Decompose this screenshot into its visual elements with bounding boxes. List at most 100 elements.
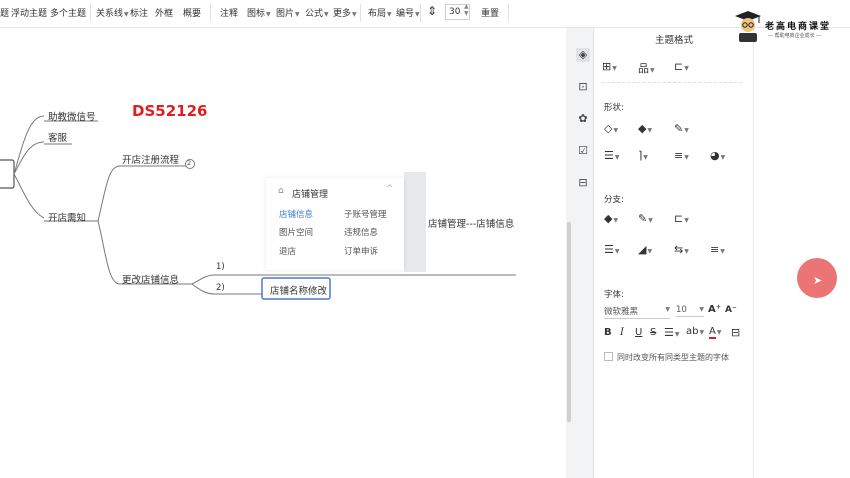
node-breadcrumb[interactable]: 店铺管理---店铺信息 (428, 216, 514, 230)
formula-label: 公式 (305, 9, 324, 19)
highlight-icon: ab (686, 326, 699, 337)
toolbar-divider (90, 4, 91, 22)
toolbar-boundary-button[interactable]: 外框 (155, 6, 173, 19)
node-change-info[interactable]: 更改店铺信息 (122, 272, 179, 286)
tree-icon: 品 (638, 62, 649, 75)
watermark-text: DS52126 (132, 102, 208, 120)
branch-weight-button[interactable]: ☰▼ (604, 243, 620, 256)
fill-bucket-icon: ◆ (638, 122, 647, 135)
corner-button[interactable]: ⌉▼ (638, 149, 648, 162)
toolbar-relation-button[interactable]: 关系线▼ (96, 6, 129, 19)
line-style-button[interactable]: ≡▼ (674, 149, 689, 162)
line-spacing-icon: ⇕ (427, 4, 438, 18)
fill-color-button[interactable]: ◆▼ (638, 122, 652, 135)
stepper-arrows-icon[interactable]: ▲ ▼ (464, 3, 469, 17)
branch-label: 分支: (604, 195, 624, 205)
toolbar-multi-topic-button[interactable]: 多个主题 (50, 6, 86, 19)
bold-icon[interactable]: B (604, 327, 612, 338)
font-size-value: 10 (676, 305, 687, 315)
italic-icon[interactable]: I (620, 327, 624, 338)
chevron-down-icon: ▼ (387, 11, 392, 18)
toolbar-floating-topic-button[interactable]: 浮动主题 (11, 6, 47, 19)
font-grow-icon[interactable]: A⁺ (708, 304, 721, 315)
structure-button[interactable]: 品▼ (638, 60, 655, 76)
branch-curve-button[interactable]: ◢▼ (638, 243, 652, 256)
font-family-select[interactable]: 微软雅黑 ▼ (604, 305, 670, 319)
menu-item-image-space: 图片空间 (279, 228, 314, 238)
section-divider (602, 82, 742, 83)
toolbar-formula-button[interactable]: 公式▼ (305, 6, 329, 19)
chevron-down-icon: ▼ (324, 11, 329, 18)
menu-item-close-store: 退店 (279, 247, 297, 257)
relation-label: 关系线 (96, 9, 124, 19)
toolbar-icon-button[interactable]: 图标▼ (247, 6, 271, 19)
fill-bucket-icon: ◆ (604, 212, 613, 225)
toolbar-summary-button[interactable]: 概要 (183, 6, 201, 19)
chevron-down-icon: ▼ (699, 306, 704, 313)
node-assistant-wechat[interactable]: 助教微信号 (48, 109, 96, 123)
chevron-down-icon: ▼ (295, 11, 300, 18)
connector-button[interactable]: ⊏▼ (674, 60, 689, 73)
toolbar-reset-button[interactable]: 重置 (481, 6, 499, 19)
sync-font-checkbox[interactable] (604, 352, 613, 361)
strikethrough-icon[interactable]: S (650, 327, 656, 338)
layout-grid-button[interactable]: ⊞▼ (602, 60, 617, 73)
branch-registration (97, 165, 121, 222)
store-icon: ⌂ (278, 186, 284, 196)
node-step2[interactable]: 2) (216, 283, 225, 293)
theme-icon[interactable]: ✿ (576, 112, 590, 126)
node-customer-service[interactable]: 客服 (48, 130, 67, 144)
font-color-button[interactable]: A▼ (709, 326, 721, 339)
toolbar-layout-button[interactable]: 布局▼ (368, 6, 392, 19)
canvas-scrollbar-thumb[interactable] (567, 222, 571, 422)
menu-item-violation: 违规信息 (344, 228, 379, 238)
shadow-button[interactable]: ◕▼ (710, 149, 725, 162)
task-icon[interactable]: ☑ (576, 144, 590, 158)
toolbar-callout-button[interactable]: 标注 (130, 6, 148, 19)
shape-button[interactable]: ◇▼ (604, 122, 618, 135)
menu-item-order-appeal: 订单申诉 (344, 247, 379, 257)
text-style-icon[interactable]: ⊟ (731, 326, 740, 339)
branch-color-button[interactable]: ✎▼ (638, 212, 653, 225)
node-registration[interactable]: 开店注册流程 (122, 152, 179, 166)
style-icon[interactable]: ⊡ (576, 80, 590, 94)
node-step1[interactable]: 1) (216, 262, 225, 272)
logo-subtitle: — 帮助电商企业成长 — (768, 33, 822, 39)
toolbar-numbering-button[interactable]: 编号▼ (396, 6, 420, 19)
image-label: 图片 (276, 9, 295, 19)
sync-font-label: 同时改变所有同类型主题的字体 (617, 353, 729, 362)
pen-icon: ✎ (674, 122, 684, 135)
chevron-down-icon: ▼ (643, 154, 648, 161)
toolbar-more-button[interactable]: 更多▼ (333, 6, 357, 19)
icon-label: 图标 (247, 9, 266, 19)
branch-dash-button[interactable]: ≡▼ (710, 243, 725, 256)
font-shrink-icon[interactable]: A⁻ (725, 305, 737, 315)
node-name-edit[interactable]: 店铺名称修改 (270, 283, 327, 297)
root-node-box (0, 159, 15, 189)
badge-count[interactable]: 2 (187, 159, 191, 167)
branch-fill-button[interactable]: ◆▼ (604, 212, 618, 225)
outline-icon[interactable]: ⊟ (576, 176, 590, 190)
chevron-down-icon: ▼ (674, 331, 680, 338)
align-button[interactable]: ☰▼ (664, 326, 680, 339)
border-color-button[interactable]: ✎▼ (674, 122, 689, 135)
chevron-down-icon: ▼ (647, 127, 653, 134)
branch-connector-button[interactable]: ⊏▼ (674, 212, 689, 225)
line-weight-button[interactable]: ☰▼ (604, 149, 620, 162)
font-size-select[interactable]: 10 ▼ (676, 305, 704, 317)
chevron-down-icon: ▼ (684, 127, 689, 134)
curve-icon: ◢ (638, 243, 647, 256)
node-store-notice[interactable]: 开店需知 (48, 210, 86, 224)
branch-arrow-button[interactable]: ⇆▼ (674, 243, 689, 256)
underline-icon[interactable]: U (635, 327, 642, 338)
store-menu-image[interactable]: ⌂ 店铺管理 ^ 店铺信息 子账号管理 图片空间 违规信息 退店 订单申诉 (266, 178, 404, 270)
connector-icon: ⊏ (674, 60, 684, 73)
toolbar-divider (508, 4, 509, 22)
toolbar-note-button[interactable]: 注释 (220, 6, 238, 19)
highlight-button[interactable]: ab▼ (686, 326, 704, 337)
paint-bucket-icon[interactable]: ◈ (576, 48, 590, 62)
font-family-value: 微软雅黑 (604, 307, 639, 317)
chevron-up-icon: ^ (386, 184, 394, 194)
toolbar-topic-button[interactable]: 题 (0, 6, 9, 19)
toolbar-image-button[interactable]: 图片▼ (276, 6, 300, 19)
